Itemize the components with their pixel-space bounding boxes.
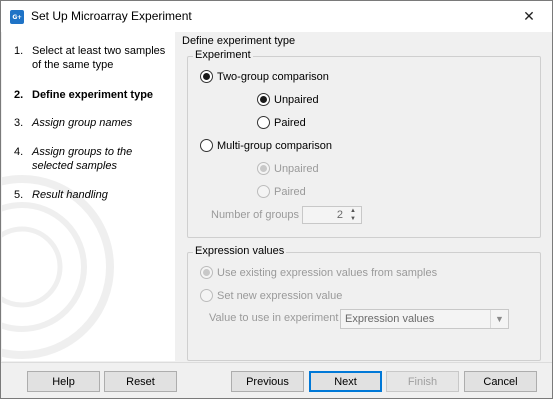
previous-button[interactable]: Previous: [231, 371, 304, 392]
multi-unpaired-radio[interactable]: Unpaired: [257, 162, 319, 175]
radio-unchecked-icon: [257, 116, 270, 129]
radio-checked-icon: [257, 162, 270, 175]
number-of-groups-label: Number of groups: [211, 209, 300, 221]
app-icon: G+: [10, 10, 24, 24]
help-button[interactable]: Help: [27, 371, 100, 392]
step-5: 5. Result handling: [14, 188, 174, 202]
step-1-label: Select at least two samples of the same …: [32, 45, 166, 71]
value-to-use-select[interactable]: Expression values ▼: [340, 309, 509, 329]
step-2-label: Define experiment type: [32, 89, 154, 101]
multi-paired-radio[interactable]: Paired: [257, 185, 306, 198]
step-3-label: Assign group names: [32, 117, 133, 129]
number-of-groups-value: 2: [336, 209, 343, 221]
spin-up-icon[interactable]: ▲: [346, 207, 360, 215]
value-to-use-selected: Expression values: [345, 313, 435, 325]
experiment-group-label: Experiment: [193, 49, 253, 61]
step-4: 4. Assign groups to the selected samples: [14, 145, 174, 173]
next-button[interactable]: Next: [309, 371, 382, 392]
step-5-label: Result handling: [32, 189, 108, 201]
close-icon[interactable]: ✕: [506, 1, 552, 32]
radio-checked-icon: [200, 266, 213, 279]
radio-unchecked-icon: [200, 139, 213, 152]
radio-checked-icon: [200, 70, 213, 83]
cancel-button[interactable]: Cancel: [464, 371, 537, 392]
radio-unchecked-icon: [257, 185, 270, 198]
spin-down-icon[interactable]: ▼: [346, 215, 360, 223]
wizard-steps-panel: 1. Select at least two samples of the sa…: [2, 32, 175, 361]
dialog-window: G+ Set Up Microarray Experiment ✕ 1. Sel…: [0, 0, 553, 399]
title-bar[interactable]: G+ Set Up Microarray Experiment ✕: [1, 1, 552, 32]
step-1: 1. Select at least two samples of the sa…: [14, 44, 174, 72]
finish-button[interactable]: Finish: [386, 371, 459, 392]
step-4-label: Assign groups to the selected samples: [32, 146, 133, 172]
expression-values-group-label: Expression values: [193, 245, 287, 257]
two-group-radio[interactable]: Two-group comparison: [200, 70, 329, 83]
window-title: Set Up Microarray Experiment: [31, 9, 192, 23]
unpaired-radio[interactable]: Unpaired: [257, 93, 319, 106]
radio-checked-icon: [257, 93, 270, 106]
page-title: Define experiment type: [182, 35, 296, 47]
step-2: 2. Define experiment type: [14, 88, 174, 102]
chevron-down-icon: ▼: [490, 310, 508, 328]
multi-group-radio[interactable]: Multi-group comparison: [200, 139, 332, 152]
divider: [1, 362, 552, 363]
step-3: 3. Assign group names: [14, 116, 174, 130]
use-existing-radio[interactable]: Use existing expression values from samp…: [200, 266, 437, 279]
reset-button[interactable]: Reset: [104, 371, 177, 392]
radio-unchecked-icon: [200, 289, 213, 302]
value-to-use-label: Value to use in experiment: [209, 312, 339, 324]
number-of-groups-stepper[interactable]: 2 ▲ ▼: [302, 206, 362, 224]
paired-radio[interactable]: Paired: [257, 116, 306, 129]
set-new-radio[interactable]: Set new expression value: [200, 289, 342, 302]
